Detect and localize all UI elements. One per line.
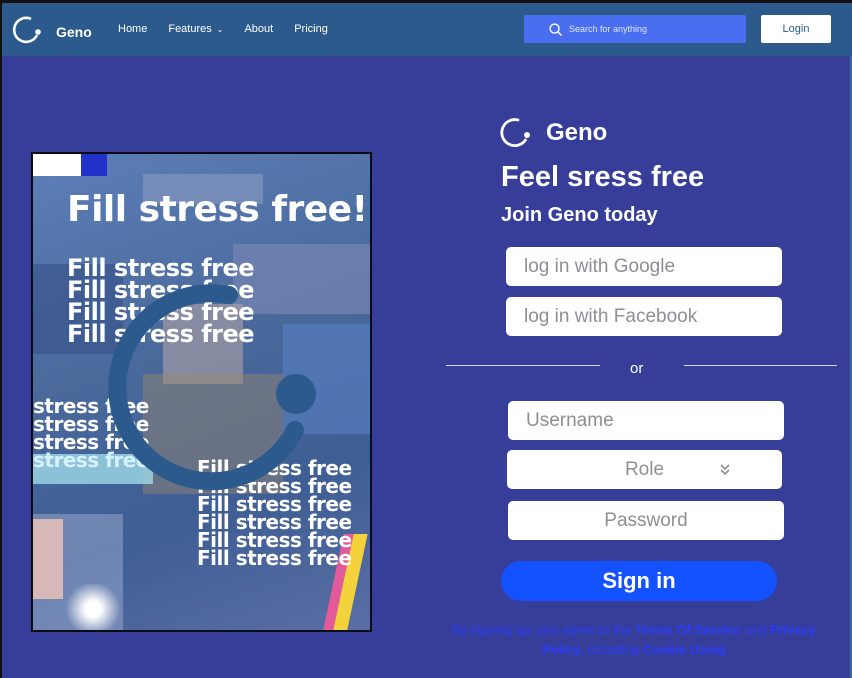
terms-including-text: , including [580,642,640,657]
poster-logo-ring-icon [108,284,316,491]
brand-name: Geno [56,24,92,40]
role-select-value: Role [624,458,665,480]
top-navbar: Geno Home Features ⌄ About Pricing Login [2,3,852,56]
page-headline: Feel sress free [501,161,705,193]
google-login-label: log in with Google [524,255,676,277]
form-logo: Geno [496,115,607,151]
nav-home[interactable]: Home [118,23,147,35]
search-input[interactable] [569,24,729,34]
terms-prefix-text: By signing up, you agree to the [451,622,632,637]
search-icon [549,22,562,36]
form-logo-name: Geno [546,119,608,146]
double-chevron-down-icon [720,464,730,476]
facebook-login-label: log in with Facebook [524,305,698,327]
role-select[interactable]: Role [507,450,782,489]
terms-and-text: and [744,622,767,637]
nav-home-label: Home [118,23,148,35]
nav-about[interactable]: About [244,23,273,35]
login-button[interactable]: Login [761,15,831,43]
terms-of-service-link[interactable]: Terms Of Service [635,622,741,637]
poster-repeat-text: Fill stress free [197,546,352,570]
search-bar[interactable] [524,15,746,43]
google-login-button[interactable]: log in with Google [506,247,782,286]
facebook-login-button[interactable]: log in with Facebook [506,297,782,336]
nav-pricing[interactable]: Pricing [294,23,328,35]
page-subheading: Join Geno today [501,204,658,226]
terms-notice: By signing up, you agree to the Terms Of… [438,620,830,660]
cookie-using-link[interactable]: Cookie Using [643,642,726,657]
divider-left [446,365,600,366]
nav-features-label: Features [168,23,212,35]
username-input[interactable] [526,409,784,432]
brand[interactable]: Geno [8,12,92,48]
sign-in-button[interactable]: Sign in [501,561,777,601]
promo-poster: Fill stress free! Fill stress free Fill … [31,152,372,632]
geno-logo-icon [500,118,530,147]
divider-right [684,365,837,366]
nav-pricing-label: Pricing [294,23,328,35]
password-input[interactable] [508,509,784,532]
geno-logo-icon [12,16,41,44]
password-field[interactable] [508,501,784,540]
app-frame: Geno Home Features ⌄ About Pricing Login [0,0,852,678]
username-field[interactable] [508,401,784,440]
nav-about-label: About [244,23,274,35]
chevron-down-icon: ⌄ [216,24,224,34]
poster-title: Fill stress free! [67,189,368,230]
nav-links: Home Features ⌄ About Pricing [118,23,349,35]
nav-features[interactable]: Features ⌄ [168,23,223,35]
or-separator: or [630,360,644,377]
